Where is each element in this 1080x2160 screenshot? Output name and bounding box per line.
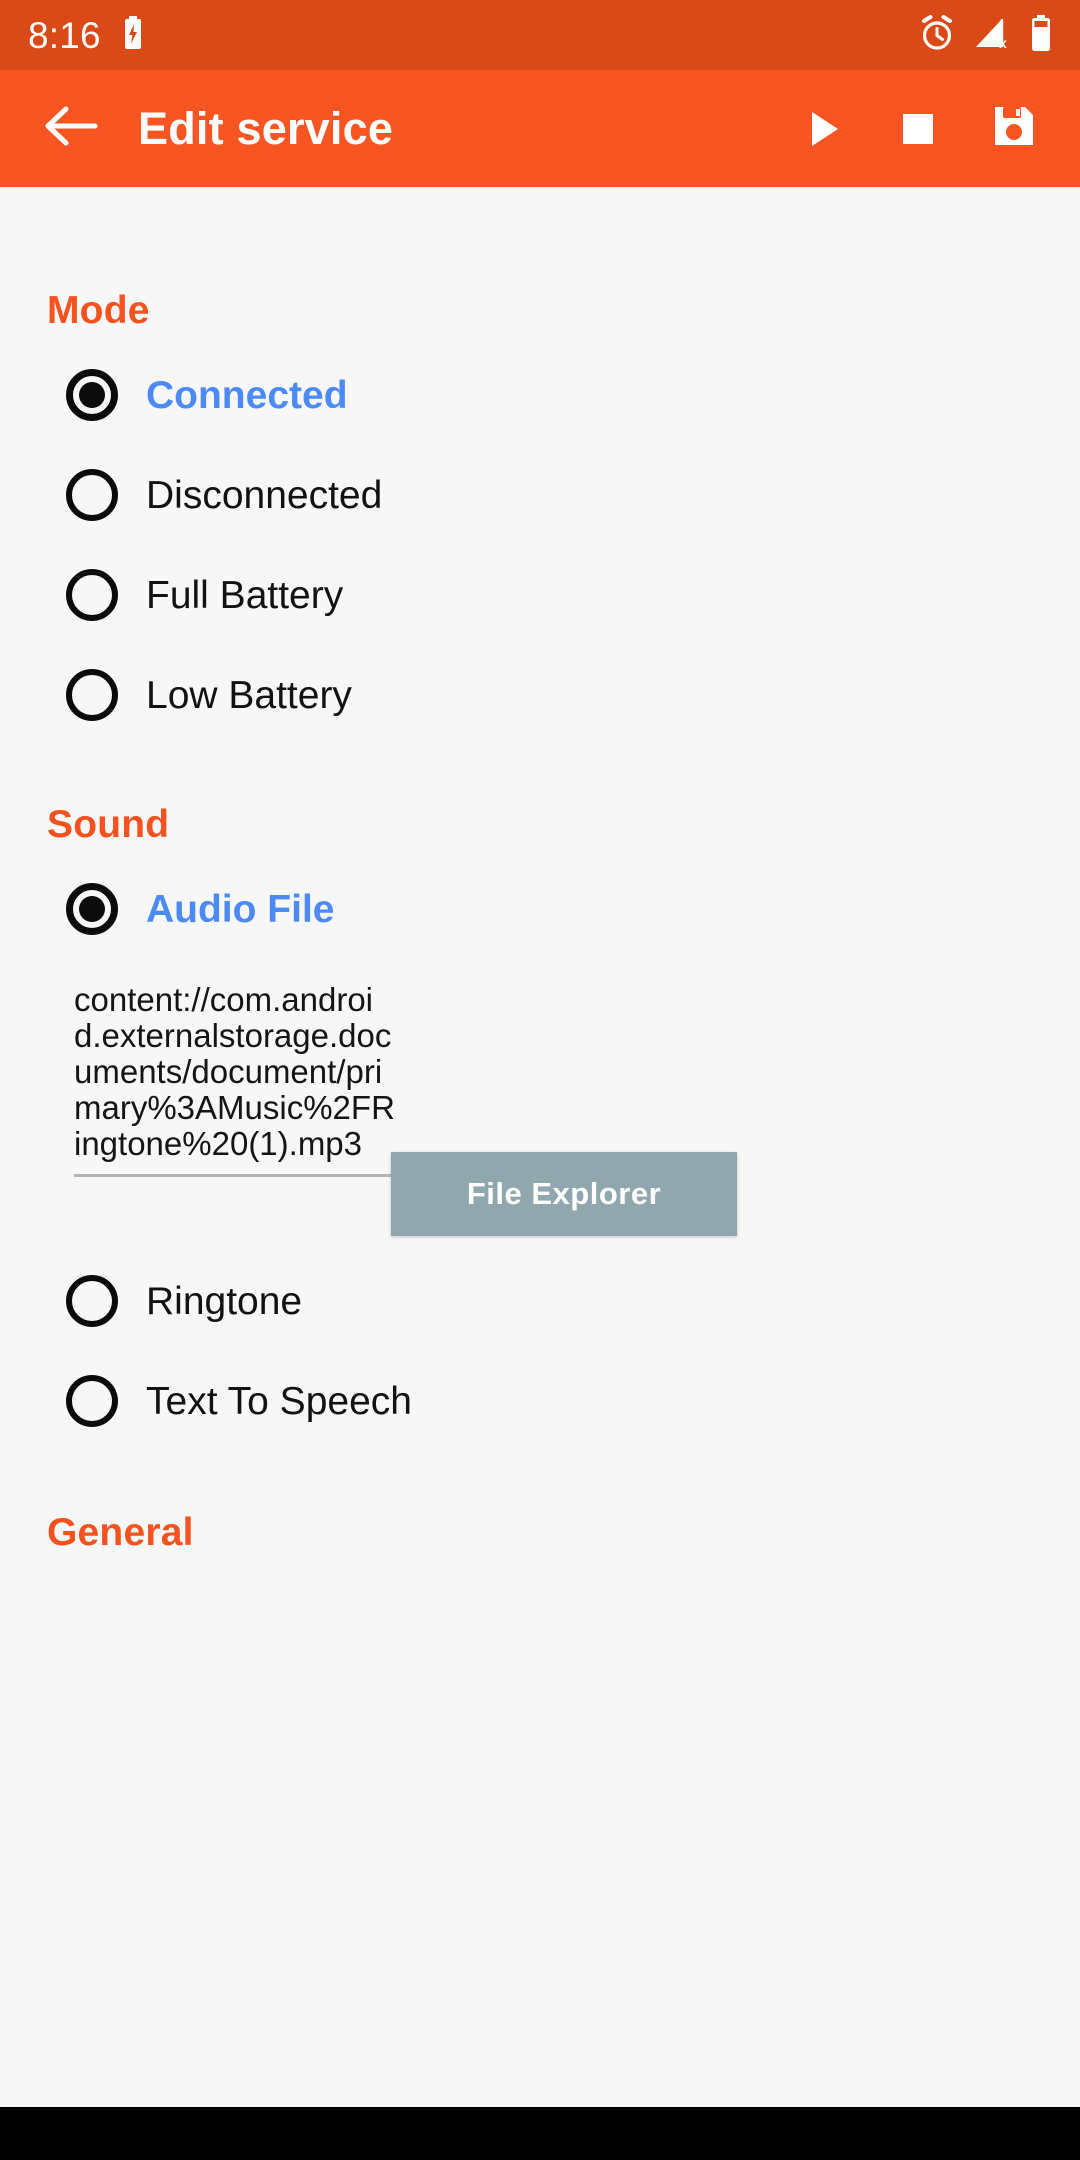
radio-option-low-battery[interactable]: Low Battery [66, 663, 352, 727]
radio-button-text-to-speech[interactable] [66, 1375, 118, 1427]
section-header-general: General [47, 1511, 194, 1554]
radio-label-ringtone: Ringtone [146, 1279, 303, 1323]
radio-option-disconnected[interactable]: Disconnected [66, 463, 382, 527]
input-underline [74, 1174, 400, 1177]
section-header-mode: Mode [47, 289, 150, 332]
radio-option-connected[interactable]: Connected [66, 363, 348, 427]
radio-button-full-battery[interactable] [66, 569, 118, 621]
radio-dot-icon [79, 896, 105, 922]
radio-label-disconnected: Disconnected [146, 473, 383, 517]
radio-option-ringtone[interactable]: Ringtone [66, 1269, 302, 1333]
svg-text:x: x [999, 35, 1007, 51]
radio-dot-icon [79, 382, 105, 408]
status-bar-left: 8:16 [28, 16, 143, 54]
back-arrow-icon [42, 103, 98, 154]
radio-button-audio-file[interactable] [66, 883, 118, 935]
navigation-bar [0, 2107, 1080, 2160]
radio-option-audio-file[interactable]: Audio File [66, 877, 335, 941]
battery-charging-icon [123, 16, 143, 54]
radio-label-text-to-speech: Text To Speech [146, 1379, 412, 1423]
play-button[interactable] [774, 70, 870, 187]
section-header-sound: Sound [47, 803, 170, 846]
stop-button[interactable] [870, 70, 966, 187]
radio-label-audio-file: Audio File [146, 887, 335, 931]
file-explorer-button-label: File Explorer [466, 1176, 662, 1211]
file-explorer-button[interactable]: File Explorer [391, 1152, 737, 1236]
stop-icon [903, 113, 933, 144]
radio-label-full-battery: Full Battery [146, 573, 344, 617]
save-button[interactable] [966, 70, 1062, 187]
radio-button-low-battery[interactable] [66, 669, 118, 721]
page-title: Edit service [138, 102, 394, 154]
radio-option-full-battery[interactable]: Full Battery [66, 563, 343, 627]
radio-button-disconnected[interactable] [66, 469, 118, 521]
play-icon [812, 111, 838, 146]
app-bar: Edit service [0, 70, 1080, 187]
battery-icon [1030, 14, 1052, 56]
back-button[interactable] [18, 70, 122, 187]
status-clock: 8:16 [28, 14, 101, 56]
radio-button-connected[interactable] [66, 369, 118, 421]
status-bar-right: x [918, 14, 1052, 57]
audio-file-uri-value: content://com.android.externalstorage.do… [74, 981, 395, 1162]
status-bar: 8:16 x [0, 0, 1080, 70]
alarm-clock-icon [918, 14, 956, 57]
audio-file-uri-field[interactable]: content://com.android.externalstorage.do… [74, 982, 400, 1177]
save-icon [992, 104, 1036, 153]
radio-label-connected: Connected [146, 373, 348, 417]
radio-option-text-to-speech[interactable]: Text To Speech [66, 1369, 412, 1433]
radio-label-low-battery: Low Battery [146, 673, 352, 717]
radio-button-ringtone[interactable] [66, 1275, 118, 1327]
phone-screen: 8:16 x Edit service Mode Connected Disco… [0, 0, 1080, 2160]
no-signal-x-icon: x [974, 15, 1012, 56]
settings-content: Mode Connected Disconnected Full Battery… [0, 187, 1080, 2107]
